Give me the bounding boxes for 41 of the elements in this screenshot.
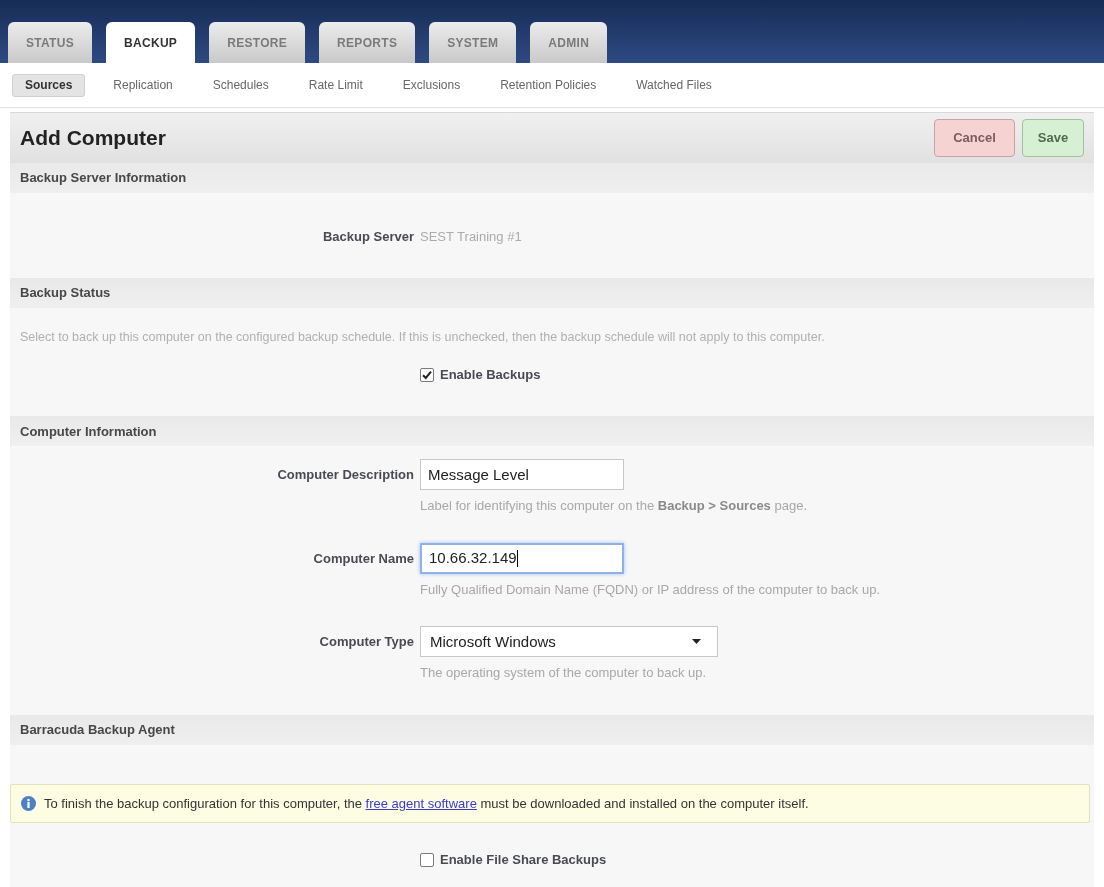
field-label: Computer Name bbox=[313, 549, 414, 568]
sub-nav-item[interactable]: Watched Files bbox=[624, 73, 724, 97]
checkbox[interactable] bbox=[420, 852, 434, 867]
save-button[interactable]: Save bbox=[1022, 119, 1084, 157]
download-link[interactable]: free agent software bbox=[365, 795, 477, 811]
cancel-button[interactable]: Cancel bbox=[934, 119, 1015, 157]
nav-tab[interactable]: BACKUP bbox=[106, 22, 196, 63]
sub-nav-item[interactable]: Sources bbox=[12, 73, 86, 97]
field-hint: Label for identifying this computer on the Backup > Sources page. bbox=[420, 497, 807, 516]
field-hint: The operating system of the computer to back up. bbox=[420, 664, 708, 683]
text-field[interactable]: Message Level bbox=[420, 459, 624, 491]
text-cursor-icon bbox=[516, 549, 518, 567]
page-title: Add Computer bbox=[20, 125, 166, 152]
sub-nav-item[interactable]: Schedules bbox=[200, 73, 281, 97]
caret-icon bbox=[692, 639, 701, 645]
nav-tab[interactable]: STATUS bbox=[8, 22, 93, 63]
nav-tab[interactable]: RESTORE bbox=[209, 22, 306, 63]
field-label: Backup Server bbox=[322, 228, 414, 247]
field-label: Computer Type bbox=[319, 633, 414, 651]
section-title: Barracuda Backup Agent bbox=[20, 721, 175, 739]
sub-nav-item[interactable]: Rate Limit bbox=[296, 73, 375, 97]
checkbox[interactable] bbox=[420, 367, 434, 382]
sub-nav-item[interactable]: Retention Policies bbox=[488, 73, 609, 97]
text-field[interactable]: 10.66.32.149 bbox=[420, 542, 624, 574]
checkbox-label: Enable Backups bbox=[440, 365, 541, 384]
checkbox-label: Enable File Share Backups bbox=[440, 850, 607, 869]
info-icon bbox=[21, 795, 36, 811]
sub-nav-item[interactable]: Replication bbox=[101, 73, 185, 97]
field-label: Computer Description bbox=[277, 466, 414, 484]
sub-nav-item[interactable]: Exclusions bbox=[390, 73, 473, 97]
field-value: SEST Training #1 bbox=[420, 228, 522, 247]
dropdown-select[interactable]: Microsoft Windows bbox=[420, 626, 718, 658]
description-text: Select to back up this computer on the configured backup schedule. If this is unchecked, then the backup schedule will not apply to this computer. bbox=[19, 329, 826, 346]
nav-tab[interactable]: REPORTS bbox=[319, 22, 416, 63]
section-title: Backup Status bbox=[20, 284, 111, 303]
section-title: Backup Server Information bbox=[20, 169, 187, 188]
info-message: To finish the backup configuration for this computer, the free agent software must be downloaded and installed on the computer itself. bbox=[44, 794, 809, 813]
field-hint: Fully Qualified Domain Name (FQDN) or IP address of the computer to back up. bbox=[420, 580, 880, 599]
section-title: Computer Information bbox=[20, 422, 157, 441]
nav-tab[interactable]: SYSTEM bbox=[429, 22, 517, 63]
nav-tab[interactable]: ADMIN bbox=[530, 22, 608, 63]
